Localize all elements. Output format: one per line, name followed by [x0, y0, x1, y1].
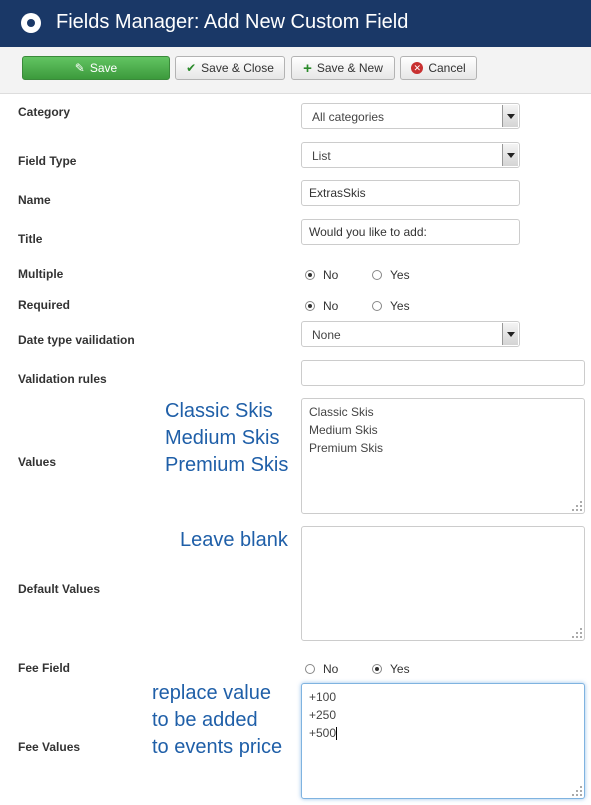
default-annotation: Leave blank: [180, 529, 288, 551]
cancel-icon: ✕: [411, 62, 424, 74]
radio-icon: [372, 301, 382, 311]
plus-icon: +: [303, 59, 312, 77]
required-yes-radio[interactable]: Yes: [372, 299, 410, 313]
chevron-down-icon: [502, 144, 518, 166]
cancel-button[interactable]: ✕ Cancel: [400, 56, 477, 80]
values-annotation: Classic Skis Medium Skis Premium Skis: [165, 400, 289, 476]
title-bar: Fields Manager: Add New Custom Field: [0, 0, 591, 48]
category-select[interactable]: All categories: [301, 103, 520, 129]
name-input[interactable]: ExtrasSkis: [301, 180, 520, 206]
fee-values-textarea[interactable]: +100 +250 +500: [301, 683, 585, 799]
text-cursor: [336, 727, 338, 741]
date-validation-select[interactable]: None: [301, 321, 520, 347]
required-label: Required: [18, 298, 71, 312]
date-validation-label: Date type vailidation: [18, 333, 135, 347]
resize-grip-icon[interactable]: [572, 628, 582, 638]
fee-field-no-radio[interactable]: No: [305, 662, 338, 676]
toolbar: ✎ Save ✔ Save & Close + Save & New ✕ Can…: [0, 47, 591, 94]
radio-selected-icon: [305, 301, 315, 311]
radio-icon: [372, 270, 382, 280]
edit-icon: ✎: [74, 61, 85, 75]
multiple-label: Multiple: [18, 267, 64, 281]
fee-values-label: Fee Values: [18, 740, 81, 754]
fee-annotation: replace value to be added to events pric…: [152, 682, 283, 758]
chevron-down-icon: [502, 323, 518, 345]
resize-grip-icon[interactable]: [572, 786, 582, 796]
default-values-textarea[interactable]: [301, 526, 585, 641]
chevron-down-icon: [502, 105, 518, 127]
target-icon: [21, 13, 41, 33]
resize-grip-icon[interactable]: [572, 501, 582, 511]
fee-field-label: Fee Field: [18, 661, 71, 675]
checkmark-icon: ✔: [186, 61, 197, 75]
fee-field-yes-radio[interactable]: Yes: [372, 662, 410, 676]
values-label: Values: [18, 455, 57, 469]
multiple-no-radio[interactable]: No: [305, 268, 338, 282]
category-label: Category: [18, 105, 71, 119]
validation-rules-input[interactable]: [301, 360, 585, 386]
default-values-label: Default Values: [18, 582, 101, 596]
radio-selected-icon: [305, 270, 315, 280]
radio-selected-icon: [372, 664, 382, 674]
values-textarea[interactable]: Classic Skis Medium Skis Premium Skis: [301, 398, 585, 514]
save-new-button[interactable]: + Save & New: [291, 56, 395, 80]
save-close-button[interactable]: ✔ Save & Close: [175, 56, 285, 80]
title-input[interactable]: Would you like to add:: [301, 219, 520, 245]
field-type-select[interactable]: List: [301, 142, 520, 168]
name-label: Name: [18, 193, 51, 207]
page-title: Fields Manager: Add New Custom Field: [56, 11, 409, 33]
validation-rules-label: Validation rules: [18, 372, 107, 386]
title-label: Title: [18, 232, 43, 246]
multiple-yes-radio[interactable]: Yes: [372, 268, 410, 282]
required-no-radio[interactable]: No: [305, 299, 338, 313]
field-type-label: Field Type: [18, 154, 77, 168]
save-button[interactable]: ✎ Save: [22, 56, 170, 80]
radio-icon: [305, 664, 315, 674]
